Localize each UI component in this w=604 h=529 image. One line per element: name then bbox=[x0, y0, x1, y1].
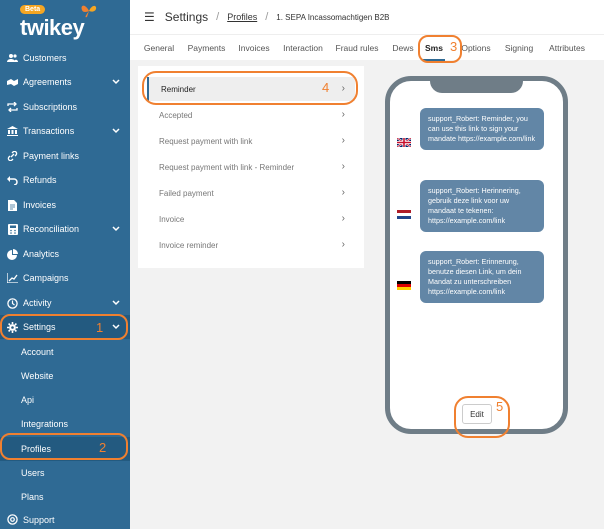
annotation-number: 3 bbox=[450, 39, 458, 54]
sidebar-item-label: Customers bbox=[23, 53, 67, 63]
analytics-icon bbox=[7, 248, 18, 260]
sidebar-item-label: Reconciliation bbox=[23, 224, 80, 234]
sms-bubble-de: support_Robert: Erinnerung, benutze dies… bbox=[420, 251, 544, 303]
top-header: ☰ Settings / Profiles / 1. SEPA Incassom… bbox=[130, 0, 604, 34]
sms-bubble-en: support_Robert: Reminder, you can use th… bbox=[420, 108, 544, 150]
undo-icon bbox=[7, 175, 18, 186]
tab-general[interactable]: General bbox=[141, 35, 177, 61]
bank-icon bbox=[7, 126, 18, 137]
template-item-failed-payment[interactable]: Failed payment › bbox=[147, 181, 355, 205]
sidebar-subitem-account[interactable]: Account bbox=[0, 340, 130, 364]
annotation-box-profiles bbox=[0, 433, 128, 460]
tab-attributes[interactable]: Attributes bbox=[545, 35, 589, 61]
tab-interaction[interactable]: Interaction bbox=[280, 35, 326, 61]
sidebar-item-customers[interactable]: Customers bbox=[0, 46, 130, 70]
breadcrumb-current: 1. SEPA Incassomachtigen B2B bbox=[276, 12, 390, 22]
sidebar-item-label: Payment links bbox=[23, 151, 80, 161]
chevron-down-icon[interactable] bbox=[112, 126, 120, 136]
template-item-request-payment-link[interactable]: Request payment with link › bbox=[147, 129, 355, 153]
handshake-icon bbox=[7, 77, 18, 88]
chevron-right-icon: › bbox=[341, 239, 345, 250]
help-icon bbox=[7, 514, 18, 525]
logo[interactable]: Beta twikey bbox=[0, 0, 130, 45]
chevron-right-icon: › bbox=[341, 161, 345, 172]
sidebar-item-label: Refunds bbox=[23, 175, 57, 185]
annotation-number: 1 bbox=[96, 320, 104, 335]
chevron-down-icon[interactable] bbox=[112, 298, 120, 308]
sidebar-item-activity[interactable]: Activity bbox=[0, 291, 130, 315]
de-flag-icon bbox=[397, 281, 411, 290]
sidebar-item-agreements[interactable]: Agreements bbox=[0, 70, 130, 94]
sidebar-item-reconciliation[interactable]: Reconciliation bbox=[0, 217, 130, 241]
tab-options[interactable]: Options bbox=[461, 35, 491, 61]
sidebar-item-invoices[interactable]: Invoices bbox=[0, 193, 130, 217]
document-icon bbox=[7, 199, 18, 211]
calculator-icon bbox=[7, 223, 18, 235]
sidebar-item-label: Agreements bbox=[23, 77, 72, 87]
beta-badge: Beta bbox=[20, 5, 46, 14]
sidebar-item-support[interactable]: Support bbox=[0, 510, 130, 529]
chevron-right-icon: › bbox=[341, 213, 345, 224]
tab-signing[interactable]: Signing bbox=[501, 35, 537, 61]
annotation-number: 4 bbox=[322, 80, 330, 95]
sidebar-subitem-plans[interactable]: Plans bbox=[0, 485, 130, 509]
phone-notch bbox=[430, 79, 523, 93]
uk-flag-icon bbox=[397, 138, 411, 147]
sidebar-item-transactions[interactable]: Transactions bbox=[0, 119, 130, 143]
sidebar-item-label: Transactions bbox=[23, 126, 75, 136]
chevron-right-icon: › bbox=[341, 109, 345, 120]
sidebar-item-analytics[interactable]: Analytics bbox=[0, 242, 130, 266]
sidebar-item-label: Campaigns bbox=[23, 273, 69, 283]
breadcrumb-separator: / bbox=[265, 11, 269, 23]
sms-phone-preview: support_Robert: Reminder, you can use th… bbox=[385, 76, 568, 434]
template-item-invoice[interactable]: Invoice › bbox=[147, 207, 355, 231]
butterfly-icon bbox=[81, 5, 97, 18]
sidebar-subitem-users[interactable]: Users bbox=[0, 461, 130, 485]
page-title: Settings bbox=[164, 10, 209, 24]
tab-payments[interactable]: Payments bbox=[185, 35, 228, 61]
sidebar-item-label: Support bbox=[23, 514, 55, 525]
tab-dews[interactable]: Dews bbox=[388, 35, 418, 61]
tab-fraud-rules[interactable]: Fraud rules bbox=[334, 35, 380, 61]
nl-flag-icon bbox=[397, 210, 411, 219]
annotation-number: 2 bbox=[99, 440, 107, 455]
chevron-right-icon: › bbox=[341, 135, 345, 146]
sidebar-item-campaigns[interactable]: Campaigns bbox=[0, 266, 130, 290]
sidebar-item-refunds[interactable]: Refunds bbox=[0, 168, 130, 192]
clock-icon bbox=[7, 297, 18, 309]
brand-name: twikey bbox=[20, 15, 85, 40]
annotation-box-settings bbox=[0, 314, 128, 340]
menu-icon[interactable]: ☰ bbox=[144, 10, 155, 24]
breadcrumb-profiles-link[interactable]: Profiles bbox=[227, 12, 257, 22]
repeat-icon bbox=[7, 102, 18, 113]
sidebar-item-subscriptions[interactable]: Subscriptions bbox=[0, 95, 130, 119]
sidebar-item-label: Subscriptions bbox=[23, 102, 78, 112]
sidebar-item-label: Analytics bbox=[23, 249, 60, 259]
users-icon bbox=[7, 53, 18, 64]
chevron-down-icon[interactable] bbox=[112, 224, 120, 234]
tab-invoices[interactable]: Invoices bbox=[236, 35, 272, 61]
breadcrumb-separator: / bbox=[216, 11, 220, 23]
profile-tabs: General Payments Invoices Interaction Fr… bbox=[130, 34, 604, 61]
sidebar-subitem-api[interactable]: Api bbox=[0, 388, 130, 412]
template-item-request-payment-link-reminder[interactable]: Request payment with link - Reminder › bbox=[147, 155, 355, 179]
sidebar-item-label: Activity bbox=[23, 298, 52, 308]
sidebar-item-payment-links[interactable]: Payment links bbox=[0, 144, 130, 168]
annotation-number: 5 bbox=[496, 399, 504, 414]
chart-icon bbox=[7, 273, 18, 284]
link-icon bbox=[7, 151, 18, 162]
template-item-invoice-reminder[interactable]: Invoice reminder › bbox=[147, 233, 355, 257]
sidebar-subitem-website[interactable]: Website bbox=[0, 364, 130, 388]
template-item-accepted[interactable]: Accepted › bbox=[147, 103, 355, 127]
sidebar-item-label: Invoices bbox=[23, 200, 57, 210]
chevron-right-icon: › bbox=[341, 187, 345, 198]
chevron-down-icon[interactable] bbox=[112, 77, 120, 87]
sms-bubble-nl: support_Robert: Herinnering, gebruik dez… bbox=[420, 180, 544, 232]
